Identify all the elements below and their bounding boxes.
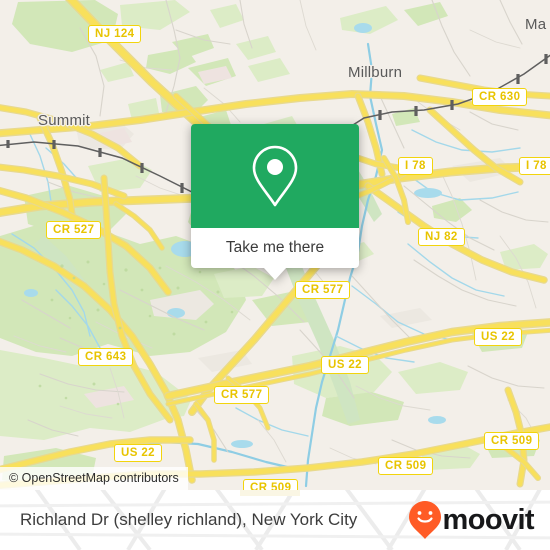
shield-cr-509-east[interactable]: CR 509: [484, 432, 540, 450]
map-canvas[interactable]: .road-case{fill:none;stroke:#eadf9a;stro…: [0, 0, 550, 490]
shield-cr-643[interactable]: CR 643: [78, 348, 134, 366]
popup-tail-pointer: [264, 268, 286, 280]
shield-cr-577-north[interactable]: CR 577: [295, 281, 351, 299]
moovit-map-screenshot: .road-case{fill:none;stroke:#eadf9a;stro…: [0, 0, 550, 550]
moovit-wordmark: moovit: [442, 503, 535, 536]
shield-cr-527[interactable]: CR 527: [46, 221, 102, 239]
location-title: Richland Dr (shelley richland), New York…: [20, 510, 358, 529]
shield-cr-509-mid[interactable]: CR 509: [378, 457, 434, 475]
popup-pin-area: [191, 124, 359, 228]
popup-action-area[interactable]: Take me there: [191, 228, 359, 280]
moovit-pin-smiley-icon: [408, 501, 441, 539]
shield-us-22-west[interactable]: US 22: [114, 444, 162, 462]
shield-i-78-east[interactable]: I 78: [519, 157, 550, 175]
take-me-there-label: Take me there: [225, 239, 325, 256]
moovit-logo[interactable]: moovit: [408, 490, 535, 550]
shield-us-22-mid[interactable]: US 22: [321, 356, 369, 374]
shield-cr-630[interactable]: CR 630: [472, 88, 528, 106]
location-popup-card[interactable]: Take me there: [191, 124, 359, 280]
shield-nj-124[interactable]: NJ 124: [88, 25, 142, 43]
shield-i-78-west[interactable]: I 78: [398, 157, 433, 175]
osm-attribution[interactable]: © OpenStreetMap contributors: [0, 467, 188, 490]
shield-cr-577-south[interactable]: CR 577: [214, 386, 270, 404]
shield-nj-82[interactable]: NJ 82: [418, 228, 465, 246]
shield-cr-509-south[interactable]: CR 509: [243, 479, 299, 490]
map-pin-icon: [252, 145, 298, 207]
shield-us-22-east[interactable]: US 22: [474, 328, 522, 346]
footer-bar: Richland Dr (shelley richland), New York…: [0, 490, 550, 550]
